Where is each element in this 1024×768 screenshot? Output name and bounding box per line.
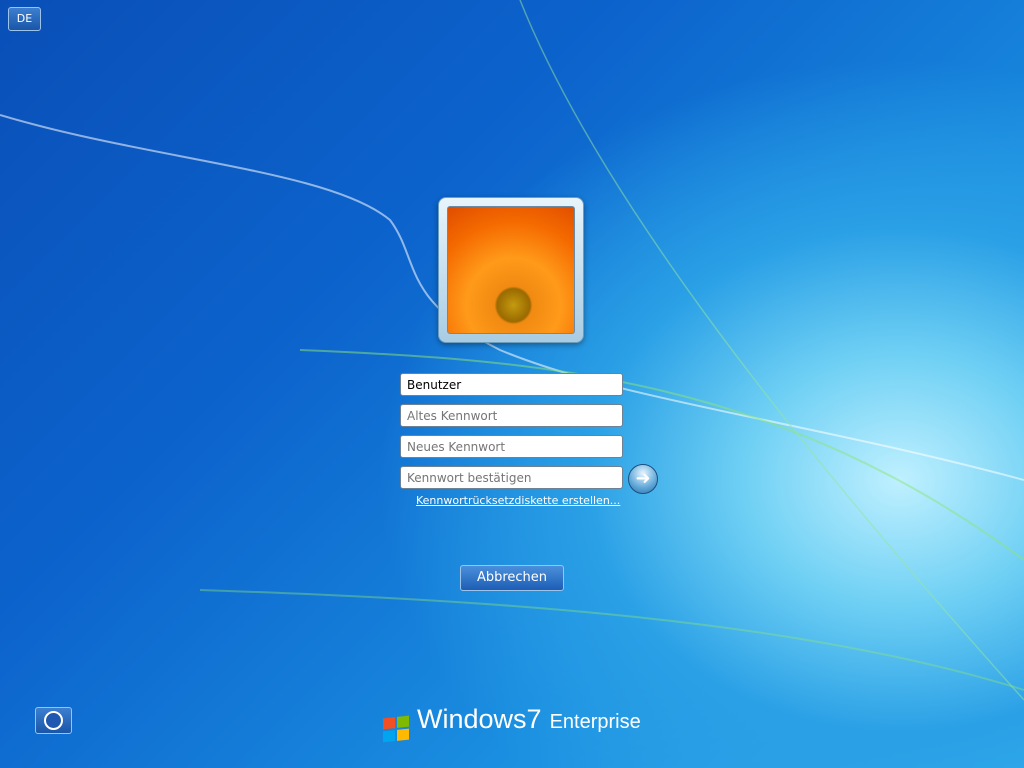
user-tile (438, 197, 584, 343)
old-password-field[interactable] (400, 404, 623, 427)
brand-version: 7 (526, 704, 542, 734)
username-field[interactable] (400, 373, 623, 396)
reset-disk-link[interactable]: Kennwortrücksetzdiskette erstellen... (416, 494, 620, 507)
cancel-button[interactable]: Abbrechen (460, 565, 564, 591)
submit-arrow-button[interactable]: ➜ (628, 464, 658, 494)
user-picture (447, 206, 575, 334)
confirm-password-field[interactable] (400, 466, 623, 489)
new-password-field[interactable] (400, 435, 623, 458)
ease-of-access-icon (44, 711, 63, 730)
language-button[interactable]: DE (8, 7, 41, 31)
brand-name: Windows (417, 704, 527, 734)
windows-branding: Windows 7 Enterprise (383, 704, 641, 743)
windows-logo-icon (383, 715, 409, 743)
arrow-right-icon: ➜ (635, 468, 651, 489)
ease-of-access-button[interactable] (35, 707, 72, 734)
brand-edition: Enterprise (549, 711, 641, 733)
